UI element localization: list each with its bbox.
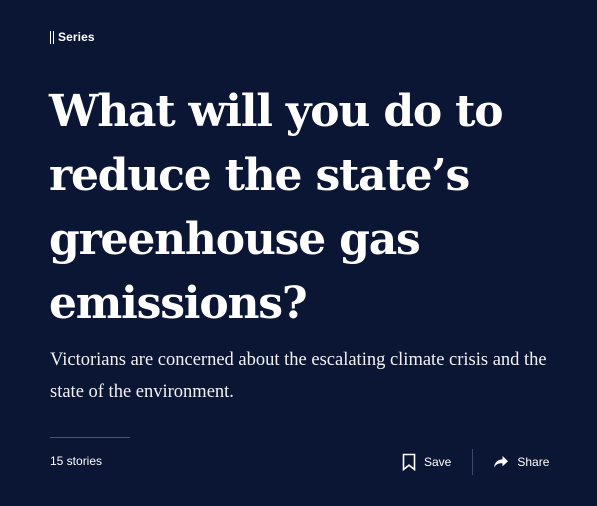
action-separator [472,449,474,475]
share-button[interactable]: Share [493,455,549,469]
series-bars-icon [50,30,54,44]
save-label: Save [424,455,452,469]
share-arrow-icon [493,455,509,469]
subheading: Victorians are concerned about the escal… [50,350,547,402]
share-label: Share [517,455,550,469]
divider [50,437,130,438]
stories-count: 15 stories [50,454,103,468]
save-button[interactable]: Save [402,453,451,471]
action-bar: Save Share [402,449,549,475]
headline: What will you do to reduce the state’s g… [49,86,504,329]
series-tag-label: Series [58,30,95,44]
bookmark-icon [402,453,416,471]
series-tag: Series [50,30,95,44]
